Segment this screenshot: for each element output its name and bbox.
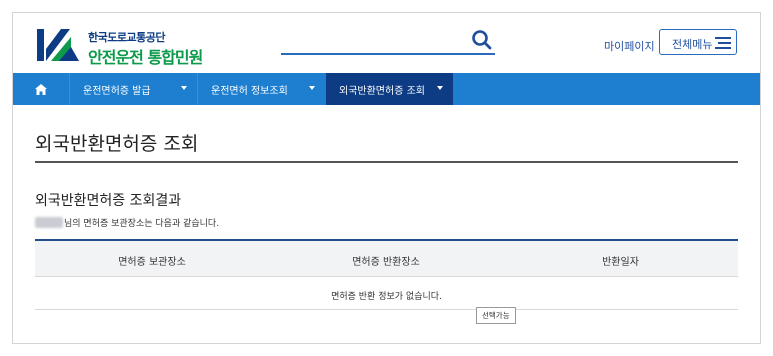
full-menu-button[interactable]: 전체메뉴 — [659, 29, 737, 55]
tooltip: 선택가능 — [476, 307, 516, 324]
table-header: 면허증 보관장소 면허증 반환장소 반환일자 — [35, 239, 738, 277]
full-menu-label: 전체메뉴 — [672, 38, 713, 51]
brand-service-name[interactable]: 안전운전 통합민원 — [88, 44, 203, 68]
caret-down-icon — [181, 86, 187, 90]
nav-item-foreign-license[interactable]: 외국반환면허증 조회 — [326, 73, 453, 105]
mypage-link[interactable]: 마이페이지 — [604, 38, 655, 54]
redacted-user-name — [35, 217, 63, 228]
nav-home[interactable] — [13, 73, 69, 105]
koroad-logo-icon[interactable] — [37, 27, 79, 63]
column-header-storage: 면허증 보관장소 — [118, 257, 186, 268]
nav-item-license-issue[interactable]: 운전면허증 발급 — [70, 73, 197, 105]
result-description: 님의 면허증 보관장소는 다음과 같습니다. — [64, 219, 220, 229]
empty-table-message: 면허증 반환 정보가 없습니다. — [331, 292, 442, 302]
caret-down-icon — [437, 86, 443, 90]
browser-viewport: 한국도로교통공단 안전운전 통합민원 마이페이지 전체메뉴 운전면허증 발급 운… — [12, 12, 761, 344]
site-header: 한국도로교통공단 안전운전 통합민원 마이페이지 전체메뉴 — [13, 13, 760, 73]
page-title: 외국반환면허증 조회 — [35, 133, 199, 155]
brand-organization[interactable]: 한국도로교통공단 — [88, 29, 165, 45]
column-header-return-place: 면허증 반환장소 — [352, 257, 420, 268]
home-icon — [35, 83, 47, 95]
search-input[interactable] — [281, 29, 495, 55]
section-title: 외국반환면허증 조회결과 — [35, 193, 182, 209]
title-divider — [35, 161, 738, 163]
search-icon[interactable] — [471, 29, 493, 51]
nav-item-label: 외국반환면허증 조회 — [339, 85, 425, 97]
main-navigation: 운전면허증 발급 운전면허 정보조회 외국반환면허증 조회 — [13, 73, 760, 105]
nav-item-label: 운전면허 정보조회 — [211, 85, 288, 97]
nav-item-label: 운전면허증 발급 — [83, 85, 151, 97]
nav-item-license-info[interactable]: 운전면허 정보조회 — [198, 73, 325, 105]
caret-down-icon — [309, 86, 315, 90]
hamburger-icon — [715, 37, 731, 49]
column-header-return-date: 반환일자 — [602, 257, 639, 268]
table-row: 면허증 반환 정보가 없습니다. — [35, 277, 738, 310]
